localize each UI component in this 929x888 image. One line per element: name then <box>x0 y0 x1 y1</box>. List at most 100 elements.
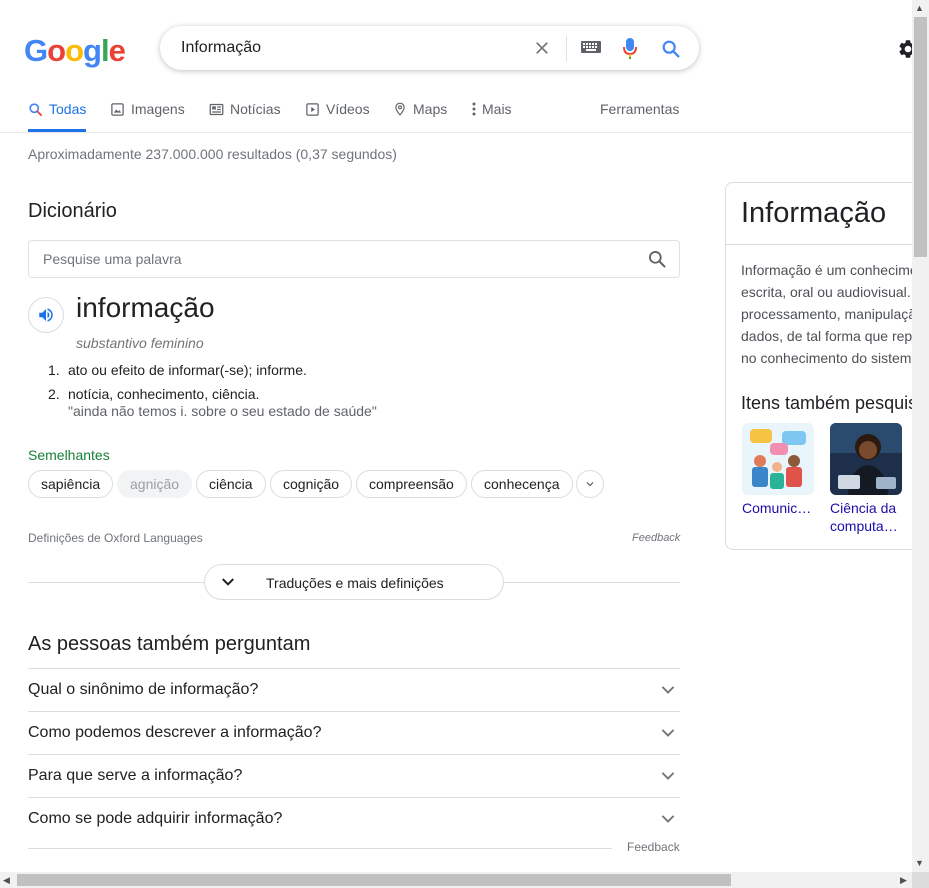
close-icon[interactable] <box>532 38 552 58</box>
tab-label: Imagens <box>131 101 185 117</box>
expand-similar-button[interactable] <box>576 470 604 498</box>
chevron-down-icon <box>586 482 594 487</box>
scroll-right-icon[interactable]: ▶ <box>900 875 907 886</box>
similar-chip[interactable]: conhecença <box>471 470 573 498</box>
tab-maps[interactable]: Maps <box>393 101 447 117</box>
more-definitions-label: Traduções e mais definições <box>266 575 444 591</box>
tab-noticias[interactable]: Notícias <box>209 101 281 117</box>
part-of-speech: substantivo feminino <box>76 335 204 351</box>
definition-example: "ainda não temos i. sobre o seu estado d… <box>68 403 377 419</box>
related-label: Comunic… <box>742 500 812 516</box>
similar-label: Semelhantes <box>28 447 110 463</box>
tools-button[interactable]: Ferramentas <box>600 101 679 117</box>
people-also-ask-title: As pessoas também perguntam <box>28 633 311 655</box>
tab-label: Notícias <box>230 101 281 117</box>
tab-label: Mais <box>482 101 512 117</box>
knowledge-panel-description: Informação é um conhecime escrita, oral … <box>741 259 918 369</box>
logo-letter: G <box>24 33 48 68</box>
definition-text: ato ou efeito de informar(-se); informe. <box>68 362 307 378</box>
map-pin-icon <box>395 102 405 116</box>
tab-todas[interactable]: Todas <box>28 101 86 117</box>
speaker-icon <box>39 308 53 322</box>
description-line: processamento, manipulaçã <box>741 306 917 322</box>
image-icon <box>111 102 124 116</box>
search-input[interactable]: Informação <box>181 39 261 57</box>
definition-number: 1. <box>48 362 60 378</box>
divider <box>28 848 612 849</box>
feedback-link[interactable]: Feedback <box>627 840 680 854</box>
tools-label: Ferramentas <box>600 101 680 117</box>
logo-letter: g <box>83 33 102 68</box>
question-text: Como podemos descrever a informação? <box>28 724 322 741</box>
google-logo[interactable]: Google <box>24 33 126 69</box>
description-line: escrita, oral ou audiovisual. <box>741 284 911 300</box>
horizontal-scrollbar-thumb[interactable] <box>17 874 731 886</box>
logo-letter: o <box>47 33 66 68</box>
tab-label: Todas <box>49 101 87 117</box>
logo-letter: o <box>65 33 84 68</box>
scroll-up-icon[interactable]: ▲ <box>915 3 924 13</box>
tab-label: Maps <box>413 101 448 117</box>
description-line: Informação é um conhecime <box>741 262 918 278</box>
similar-chip[interactable]: cognição <box>270 470 353 498</box>
question-text: Para que serve a informação? <box>28 767 243 784</box>
similar-chip[interactable]: ciência <box>196 470 266 498</box>
dictionary-search-placeholder: Pesquise uma palavra <box>43 251 182 267</box>
dictionary-title: Dicionário <box>28 200 117 222</box>
scroll-down-icon[interactable]: ▼ <box>915 858 924 868</box>
question-text: Qual o sinônimo de informação? <box>28 681 259 698</box>
search-box[interactable]: Informação <box>160 26 699 70</box>
chevron-down-icon <box>661 729 675 737</box>
more-vert-icon <box>472 102 476 116</box>
related-card[interactable]: Comunic… <box>742 423 814 517</box>
logo-letter: e <box>108 33 126 68</box>
related-label: computa… <box>830 518 898 534</box>
divider <box>726 244 926 245</box>
question-item[interactable]: Como se pode adquirir informação? <box>28 797 680 841</box>
similar-chip[interactable]: sapiência <box>28 470 114 498</box>
divider <box>0 132 912 133</box>
microphone-icon[interactable] <box>622 37 638 61</box>
question-item[interactable]: Qual o sinônimo de informação? <box>28 668 680 712</box>
video-icon <box>306 102 319 116</box>
scrollbar-corner <box>912 872 929 888</box>
similar-chip[interactable]: agnição <box>117 470 193 498</box>
scroll-left-icon[interactable]: ◀ <box>3 875 10 886</box>
keyboard-icon[interactable] <box>581 40 601 54</box>
related-label: Ciência da <box>830 500 897 516</box>
tab-mais[interactable]: Mais <box>472 101 512 117</box>
related-image <box>830 423 902 495</box>
definition-number: 2. <box>48 386 60 402</box>
tab-videos[interactable]: Vídeos <box>305 101 370 117</box>
description-line: no conhecimento do sistem <box>741 350 912 366</box>
question-text: Como se pode adquirir informação? <box>28 810 283 827</box>
knowledge-panel-title: Informação <box>741 197 887 229</box>
question-item[interactable]: Como podemos descrever a informação? <box>28 711 680 755</box>
chevron-down-icon <box>661 686 675 694</box>
tab-imagens[interactable]: Imagens <box>110 101 185 117</box>
dictionary-source: Definições de Oxford Languages <box>28 531 203 545</box>
feedback-link[interactable]: Feedback <box>632 532 680 544</box>
chevron-down-icon <box>222 578 234 586</box>
pronunciation-button[interactable] <box>28 297 64 333</box>
chevron-down-icon <box>661 815 675 823</box>
search-icon <box>29 102 42 116</box>
more-definitions-button[interactable]: Traduções e mais definições <box>204 564 504 600</box>
chevron-down-icon <box>661 772 675 780</box>
vertical-scrollbar-thumb[interactable] <box>914 17 927 257</box>
logo-letter: l <box>100 33 110 68</box>
question-item[interactable]: Para que serve a informação? <box>28 754 680 798</box>
dictionary-search-field[interactable]: Pesquise uma palavra <box>28 240 680 278</box>
news-icon <box>209 103 224 115</box>
search-icon[interactable] <box>660 38 682 60</box>
description-line: dados, de tal forma que rep <box>741 328 913 344</box>
similar-chip[interactable]: compreensão <box>356 470 467 498</box>
related-card[interactable]: Ciência da computa… <box>830 423 902 535</box>
divider <box>566 36 567 62</box>
search-icon[interactable] <box>647 249 667 269</box>
dictionary-word: informação <box>76 292 215 323</box>
tab-label: Vídeos <box>326 101 370 117</box>
computer-science-photo <box>830 423 902 495</box>
related-searches-title: Itens também pesquis <box>741 393 918 413</box>
result-stats: Aproximadamente 237.000.000 resultados (… <box>28 146 397 162</box>
